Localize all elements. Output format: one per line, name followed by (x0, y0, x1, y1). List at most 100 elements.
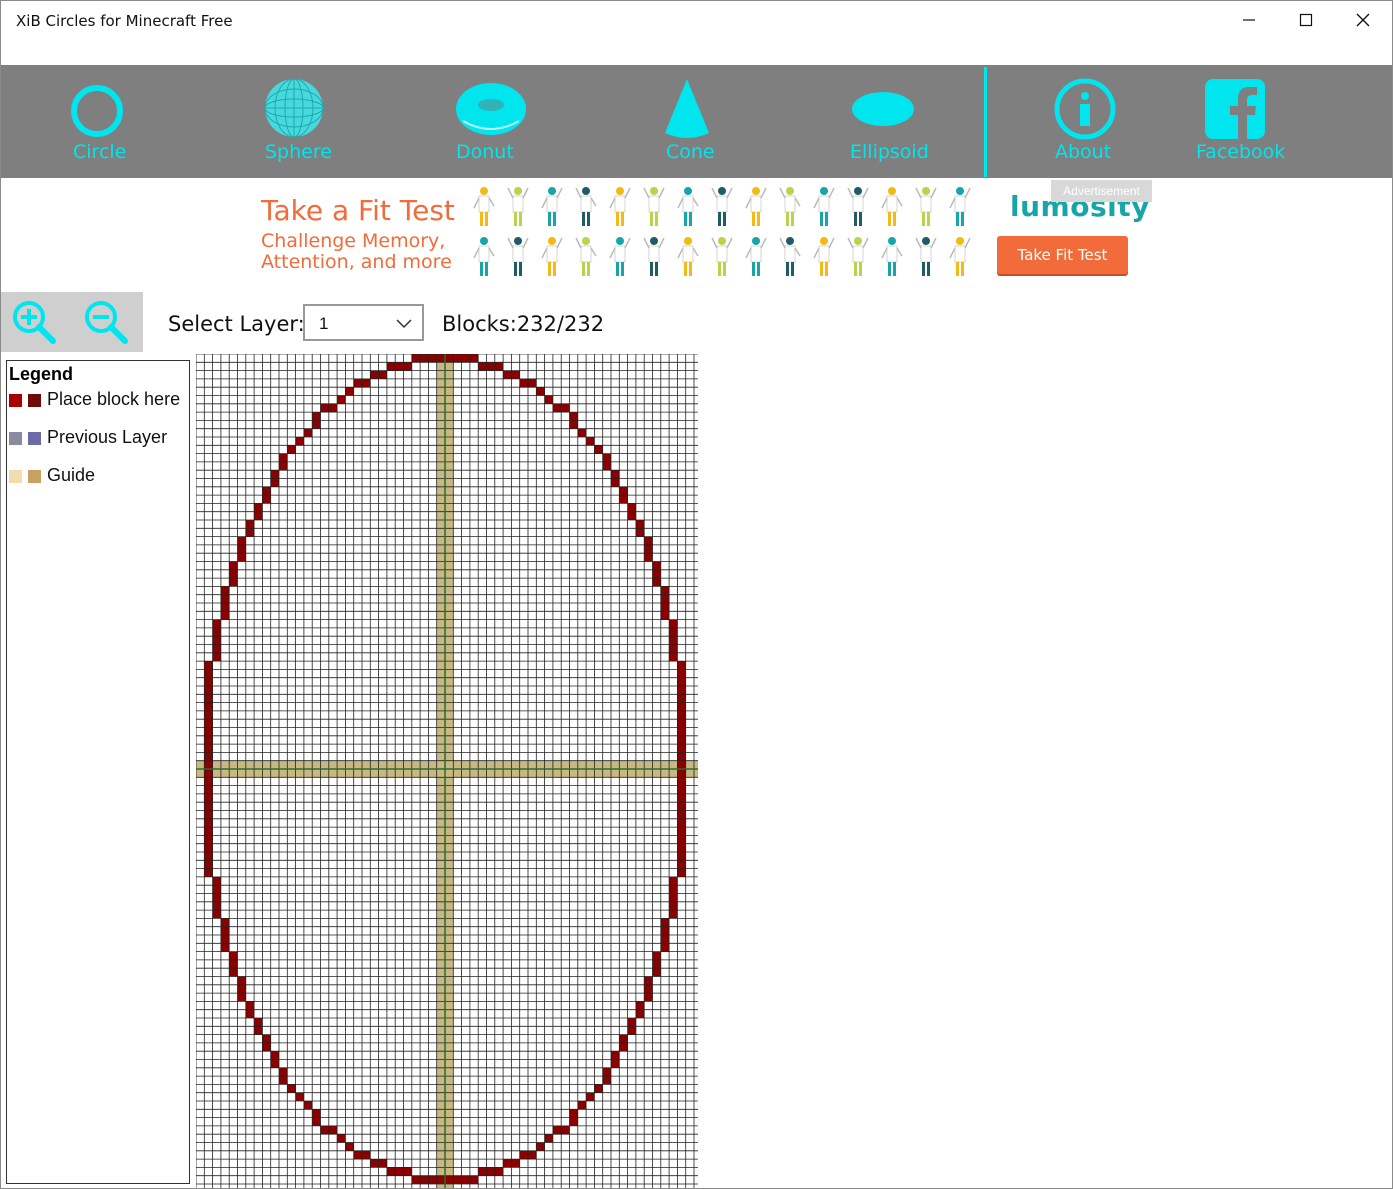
block (677, 810, 686, 819)
block (677, 719, 686, 728)
block (204, 818, 213, 828)
block (212, 644, 221, 653)
shape-toolbar: Circle Sphere Donut Cone Ellipsoid About… (1, 65, 1392, 178)
block (204, 785, 213, 794)
block (345, 387, 354, 396)
block (237, 976, 246, 985)
block (461, 354, 470, 363)
advertisement-banner[interactable]: Take a Fit Test Challenge Memory, Attent… (250, 180, 1160, 284)
block (245, 520, 255, 529)
block (619, 1034, 628, 1043)
block (295, 1092, 304, 1101)
block (677, 777, 686, 786)
tool-sphere[interactable]: Sphere (254, 65, 334, 178)
block (611, 470, 620, 479)
block (312, 420, 321, 429)
legend-swatch (9, 432, 22, 445)
block (669, 627, 678, 637)
ad-figures (473, 187, 971, 276)
block (212, 885, 221, 894)
block-grid[interactable] (196, 354, 698, 1189)
legend-swatch (28, 470, 41, 483)
block (312, 1109, 321, 1118)
block (577, 428, 587, 437)
ad-cta-button[interactable]: Take Fit Test (997, 236, 1128, 274)
block (669, 876, 678, 886)
tool-facebook[interactable]: Facebook (1195, 65, 1285, 178)
block (652, 959, 661, 969)
block (660, 926, 670, 935)
block (669, 885, 678, 894)
block (677, 785, 686, 794)
layer-select[interactable]: 1 (303, 304, 424, 341)
block (428, 354, 437, 363)
block (627, 511, 636, 520)
block (428, 1175, 437, 1184)
block (212, 627, 221, 637)
block (287, 445, 296, 454)
chevron-down-icon (396, 319, 412, 329)
block (486, 1167, 495, 1176)
block (204, 752, 213, 761)
block (204, 669, 213, 678)
block (528, 1150, 537, 1160)
toolbar-separator (984, 67, 987, 177)
block-grid-canvas[interactable] (196, 354, 698, 1189)
block (569, 420, 578, 429)
zoom-out-button[interactable] (82, 298, 130, 346)
layer-label: Select Layer: (168, 312, 305, 336)
block (262, 1034, 271, 1043)
block (635, 528, 645, 537)
legend-swatch (28, 394, 41, 407)
tool-circle[interactable]: Circle (57, 65, 137, 178)
block (411, 1175, 421, 1184)
block (677, 760, 686, 769)
block (669, 910, 678, 919)
tool-cone[interactable]: Cone (647, 65, 727, 178)
legend-title: Legend (9, 364, 74, 384)
block (204, 843, 213, 852)
block (212, 619, 221, 628)
block (677, 735, 686, 745)
title-bar: XiB Circles for Minecraft Free (0, 0, 1393, 40)
block (586, 437, 595, 446)
block (511, 1159, 520, 1168)
block (569, 1117, 578, 1126)
ad-subline: Challenge Memory, Attention, and more (261, 230, 452, 273)
block (602, 1076, 611, 1085)
block (204, 661, 213, 670)
cone-icon (647, 77, 727, 141)
block (611, 1059, 620, 1068)
block (519, 378, 528, 388)
minimize-button[interactable] (1226, 0, 1272, 40)
legend-swatch (28, 432, 41, 445)
tool-about[interactable]: About (1045, 65, 1125, 178)
block (660, 943, 670, 952)
tool-donut[interactable]: Donut (451, 65, 531, 178)
zoom-in-button[interactable] (10, 298, 58, 346)
legend-item-guide: Guide (7, 465, 189, 489)
block (254, 511, 263, 520)
block (677, 702, 686, 711)
tool-ellipsoid[interactable]: Ellipsoid (843, 65, 929, 178)
block (677, 852, 686, 861)
block (445, 1175, 454, 1184)
block (245, 1009, 255, 1018)
block (644, 993, 653, 1002)
facebook-icon (1195, 77, 1275, 141)
block (469, 1175, 479, 1184)
tool-label: Circle (73, 141, 127, 163)
block (303, 428, 313, 437)
ad-tag: Advertisement (1051, 180, 1152, 202)
block (669, 901, 678, 911)
maximize-button[interactable] (1283, 0, 1329, 40)
block (229, 959, 238, 969)
block (204, 686, 213, 695)
block (254, 1026, 263, 1035)
block (669, 893, 678, 902)
block (212, 652, 221, 662)
block (652, 578, 661, 587)
block (652, 569, 661, 579)
close-button[interactable] (1340, 0, 1386, 40)
block (279, 461, 288, 471)
